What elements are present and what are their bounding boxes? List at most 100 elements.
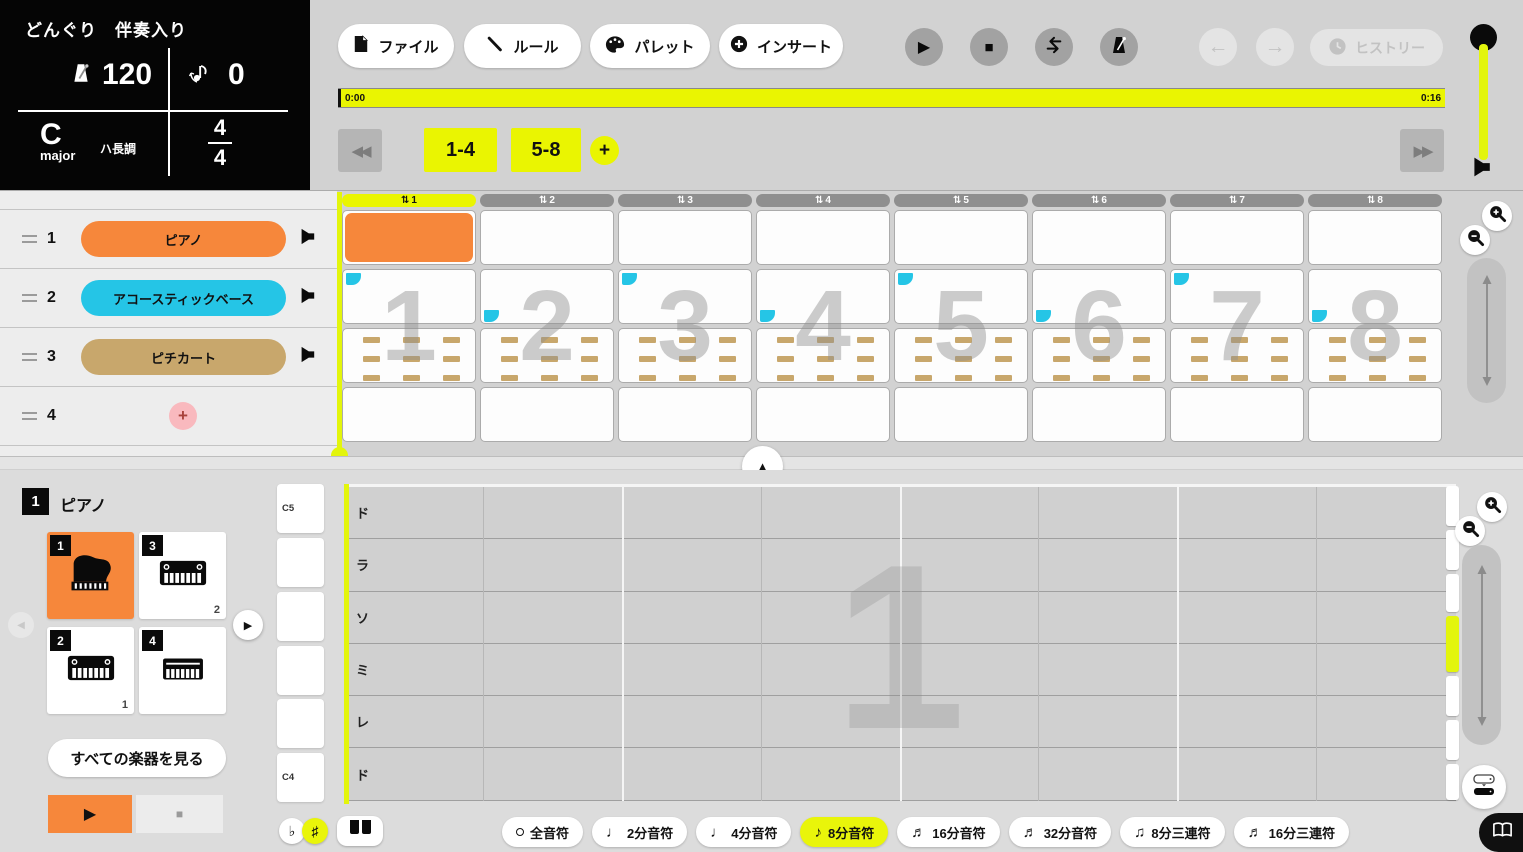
drag-handle-icon[interactable]	[22, 294, 37, 302]
note-button-half[interactable]: ♩2分音符	[592, 817, 687, 847]
prev-instruments-button[interactable]: ◀	[8, 612, 34, 638]
instrument-card-keyboard[interactable]: 3 2	[139, 532, 226, 619]
measure-header[interactable]: ⇅3	[618, 194, 752, 207]
instrument-card-keyboard-plain[interactable]: 4	[139, 627, 226, 714]
grid-cell[interactable]	[756, 269, 890, 324]
grid-cell[interactable]	[1308, 210, 1442, 265]
grid-cell[interactable]	[1032, 328, 1166, 383]
preview-play-button[interactable]: ▶	[48, 795, 132, 833]
track-row-piano[interactable]: 1 ピアノ	[0, 209, 337, 268]
swing-display[interactable]: 0	[188, 58, 245, 92]
grid-cell[interactable]	[342, 269, 476, 324]
vertical-scrollbar[interactable]	[1462, 545, 1501, 745]
fast-forward-button[interactable]: ▶▶	[1400, 129, 1444, 172]
grid-cell[interactable]	[618, 269, 752, 324]
zoom-out-button[interactable]	[1460, 225, 1490, 255]
piano-key[interactable]	[277, 646, 324, 695]
note-button-eighth[interactable]: ♪8分音符	[800, 817, 888, 847]
track-row-bass[interactable]: 2 アコースティックベース	[0, 268, 337, 327]
timeline-playhead[interactable]	[338, 89, 341, 107]
note-button-thirtysecond[interactable]: ♬32分音符	[1009, 817, 1111, 847]
palette-button[interactable]: パレット	[590, 24, 710, 68]
rewind-button[interactable]: ◀◀	[338, 129, 382, 172]
zoom-in-button[interactable]	[1477, 492, 1507, 522]
measure-header[interactable]: ⇅7	[1170, 194, 1304, 207]
piano-key[interactable]	[277, 592, 324, 641]
key-display[interactable]: C major	[40, 120, 75, 163]
grid-cell[interactable]	[480, 387, 614, 442]
note-button-sixteenth[interactable]: ♬16分音符	[897, 817, 999, 847]
grid-cell[interactable]	[894, 328, 1028, 383]
track-row-pizzicato[interactable]: 3 ピチカート	[0, 327, 337, 386]
grid-cell[interactable]	[1170, 269, 1304, 324]
speaker-icon[interactable]	[298, 228, 316, 250]
zoom-out-button[interactable]	[1455, 516, 1485, 546]
grid-cell[interactable]	[618, 387, 752, 442]
piano-key-c5[interactable]: C5	[277, 484, 324, 533]
piano-phrase-block[interactable]	[345, 213, 473, 262]
metronome-toggle-button[interactable]	[1100, 28, 1138, 66]
measure-header[interactable]: ⇅6	[1032, 194, 1166, 207]
loop-button[interactable]	[1035, 28, 1073, 66]
sharp-button[interactable]: ♯	[302, 818, 328, 844]
grid-cell[interactable]	[480, 269, 614, 324]
play-button[interactable]: ▶	[905, 28, 943, 66]
drag-handle-icon[interactable]	[22, 412, 37, 420]
grid-cell[interactable]	[1308, 269, 1442, 324]
mini-key-cell[interactable]	[1446, 676, 1459, 716]
grid-cell[interactable]	[1170, 210, 1304, 265]
grid-cell[interactable]	[480, 210, 614, 265]
redo-button[interactable]: →	[1256, 28, 1294, 66]
undo-button[interactable]: ←	[1199, 28, 1237, 66]
measure-header[interactable]: ⇅8	[1308, 194, 1442, 207]
add-track-button[interactable]: +	[169, 402, 197, 430]
instrument-card-keyboard[interactable]: 2 1	[47, 627, 134, 714]
grid-cell[interactable]	[1032, 387, 1166, 442]
section-tab-5-8[interactable]: 5-8	[511, 128, 581, 172]
grid-cell[interactable]	[1170, 387, 1304, 442]
sequencer-playhead[interactable]	[337, 192, 342, 452]
drag-handle-icon[interactable]	[22, 235, 37, 243]
grid-cell[interactable]	[1308, 387, 1442, 442]
file-button[interactable]: ファイル	[338, 24, 454, 68]
section-tab-1-4[interactable]: 1-4	[424, 128, 497, 172]
grid-cell[interactable]	[342, 328, 476, 383]
grid-cell[interactable]	[1308, 328, 1442, 383]
instrument-card-grand-piano[interactable]: 1	[47, 532, 134, 619]
mini-key-cell[interactable]	[1446, 574, 1459, 612]
piano-key[interactable]	[277, 538, 324, 587]
preview-stop-button[interactable]: ■	[136, 795, 223, 833]
measure-header[interactable]: ⇅2	[480, 194, 614, 207]
note-button-sixteenth-triplet[interactable]: ♬16分三連符	[1234, 817, 1349, 847]
timeline-bar[interactable]: 0:00 0:16	[338, 88, 1445, 108]
track-name-pill[interactable]: ピアノ	[81, 221, 286, 257]
grid-cell[interactable]	[1032, 269, 1166, 324]
mini-key-cell[interactable]	[1446, 764, 1459, 800]
piano-roll[interactable]: ド ラ ソ ミ レ ド 1	[344, 484, 1456, 801]
note-button-quarter[interactable]: ♩4分音符	[696, 817, 791, 847]
history-button[interactable]: ヒストリー	[1310, 29, 1443, 66]
measure-header[interactable]: ⇅4	[756, 194, 890, 207]
track-name-pill[interactable]: アコースティックベース	[81, 280, 286, 316]
time-signature-display[interactable]: 4 4	[205, 116, 235, 170]
track-name-pill[interactable]: ピチカート	[81, 339, 286, 375]
rule-button[interactable]: ルール	[464, 24, 581, 68]
roll-playhead[interactable]	[344, 484, 349, 804]
measure-header[interactable]: ⇅5	[894, 194, 1028, 207]
grid-cell[interactable]	[480, 328, 614, 383]
manual-button[interactable]	[1479, 813, 1523, 852]
zoom-in-button[interactable]	[1482, 201, 1512, 231]
grid-cell[interactable]	[1032, 210, 1166, 265]
mini-key-cell-current[interactable]	[1446, 616, 1459, 672]
see-all-instruments-button[interactable]: すべての楽器を見る	[48, 739, 226, 777]
grid-cell[interactable]	[342, 210, 476, 265]
measure-header[interactable]: ⇅1	[342, 194, 476, 207]
stop-button[interactable]: ■	[970, 28, 1008, 66]
mini-key-cell[interactable]	[1446, 486, 1459, 526]
insert-button[interactable]: インサート	[719, 24, 843, 68]
note-button-whole[interactable]: 全音符	[502, 817, 583, 847]
next-instruments-button[interactable]: ▶	[233, 610, 263, 640]
grid-cell[interactable]	[618, 210, 752, 265]
grid-cell[interactable]	[342, 387, 476, 442]
vertical-scrollbar[interactable]	[1467, 258, 1506, 403]
